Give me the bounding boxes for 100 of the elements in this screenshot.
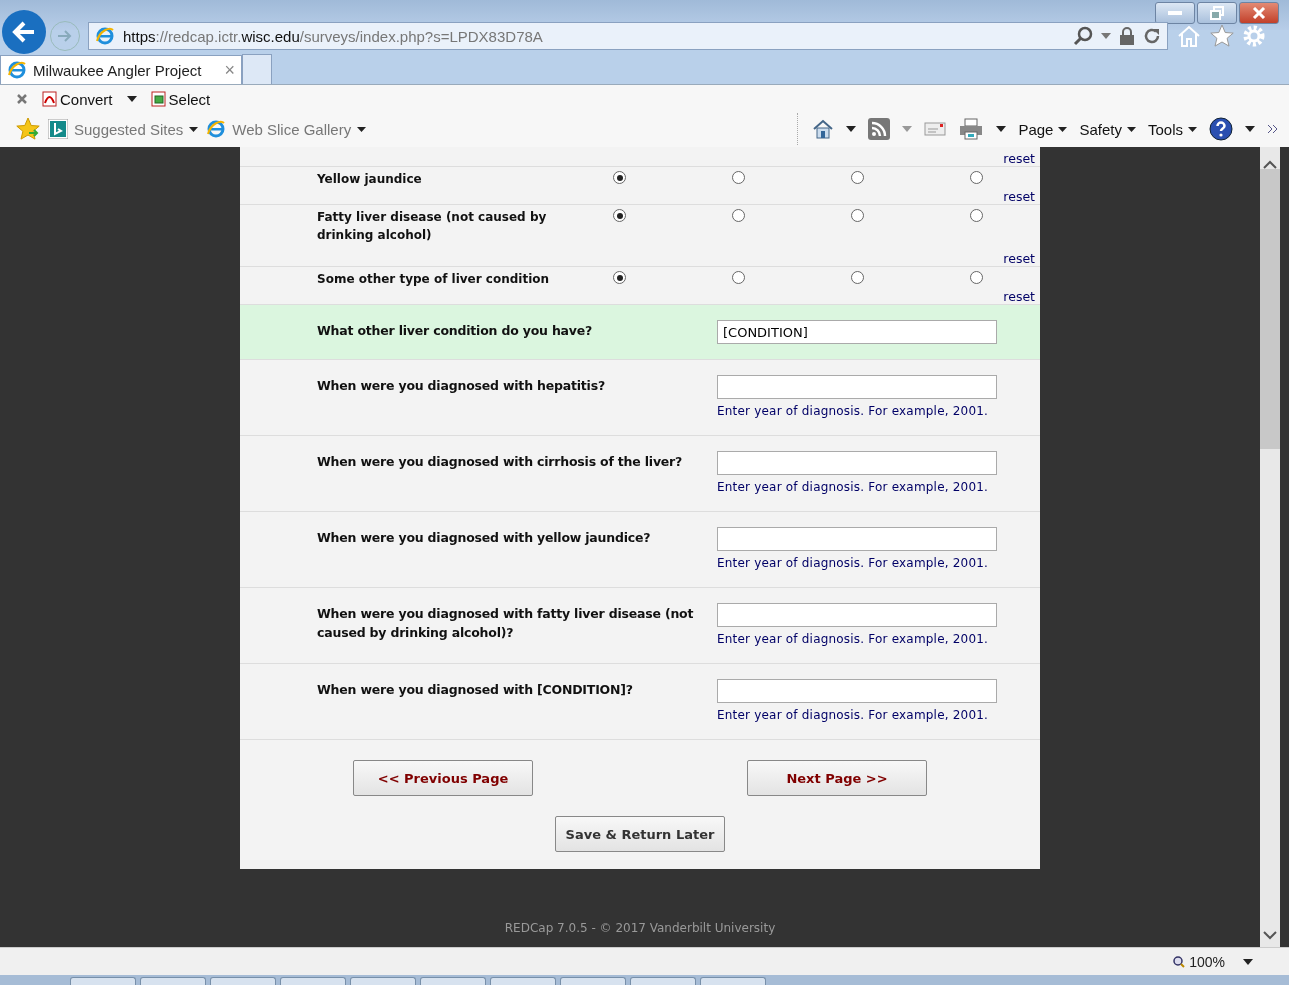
reset-link[interactable]: reset [1003,251,1040,266]
restore-button[interactable] [1197,2,1237,24]
caret-icon[interactable] [846,126,857,132]
forward-arrow-icon [57,29,73,43]
taskbar-button[interactable] [560,977,626,985]
previous-page-button[interactable]: << Previous Page [353,760,533,796]
reset-link[interactable]: reset [1003,189,1040,204]
caret-icon [357,126,367,132]
caret-icon[interactable] [1245,126,1255,132]
question-label: What other liver condition do you have? [317,322,594,340]
field-note: Enter year of diagnosis. For example, 2001. [717,632,990,646]
zoom-level[interactable]: 100% [1173,953,1225,970]
browser-tab[interactable]: Milwaukee Angler Project × [0,55,242,84]
tab-close-button[interactable]: × [224,59,235,81]
question-label: When were you diagnosed with yellow jaundice? [317,529,652,547]
field-note: Enter year of diagnosis. For example, 2001. [717,480,990,494]
star-icon[interactable] [1210,24,1234,48]
text-field[interactable] [717,679,997,703]
radio-button[interactable] [851,171,864,184]
favorites-link[interactable]: Suggested Sites [48,119,199,139]
radio-button[interactable] [732,171,745,184]
question-label: When were you diagnosed with [CONDITION]? [317,681,634,699]
radio-button[interactable] [851,209,864,222]
radio-button[interactable] [970,271,983,284]
scroll-down-icon[interactable] [1262,931,1278,941]
footer-text: REDCap 7.0.5 - © 2017 Vanderbilt University [504,921,776,935]
field-note: Enter year of diagnosis. For example, 2001. [717,556,990,570]
ie-icon [7,60,27,80]
caret-icon[interactable] [126,96,137,102]
favorites-star-icon[interactable] [16,117,40,141]
lock-icon[interactable] [1119,27,1135,45]
question-label: When were you diagnosed with fatty liver disease (not caused by drinking alcohol)? [317,605,695,642]
radio-button[interactable] [613,171,626,184]
taskbar-button[interactable] [420,977,486,985]
close-icon[interactable] [16,93,28,105]
caret-icon[interactable] [1243,958,1253,965]
caret-icon [189,126,199,132]
radio-button[interactable] [970,171,983,184]
taskbar-button[interactable] [210,977,276,985]
taskbar-button[interactable] [490,977,556,985]
zoom-icon [1173,955,1186,968]
question-label: When were you diagnosed with cirrhosis of the liver? [317,453,684,471]
caret-icon [1058,126,1068,132]
rss-feed-icon[interactable] [868,118,891,140]
question-label: When were you diagnosed with hepatitis? [317,377,606,395]
ie-icon [95,26,115,46]
command-menu[interactable]: Tools [1147,120,1197,138]
scroll-up-icon[interactable] [1262,159,1278,169]
back-arrow-icon [12,21,36,43]
select-button[interactable]: Select [150,90,211,108]
restore-icon [1210,6,1224,20]
field-note: Enter year of diagnosis. For example, 2001. [717,708,990,722]
caret-icon[interactable] [996,126,1007,132]
next-page-button[interactable]: Next Page >> [747,760,927,796]
taskbar-button[interactable] [350,977,416,985]
help-icon[interactable] [1209,117,1233,141]
minimize-icon [1168,11,1182,15]
radio-button[interactable] [970,209,983,222]
mail-icon[interactable] [924,121,947,137]
pdf-icon [42,91,58,107]
caret-icon [1126,126,1136,132]
taskbar-button[interactable] [140,977,206,985]
favorites-link[interactable]: Web Slice Gallery [206,119,367,139]
refresh-icon[interactable] [1143,27,1161,45]
printer-icon[interactable] [958,118,985,140]
radio-button[interactable] [732,271,745,284]
taskbar-button[interactable] [70,977,136,985]
chevron-icon[interactable] [1267,124,1279,134]
radio-button[interactable] [613,209,626,222]
command-menu[interactable]: Page [1018,120,1068,138]
taskbar-button[interactable] [280,977,346,985]
home-icon[interactable] [812,118,835,140]
search-icon[interactable] [1073,26,1093,46]
question-label: Fatty liver disease (not caused by drinking alcohol) [317,209,548,244]
radio-button[interactable] [732,209,745,222]
caret-icon [1188,126,1197,132]
close-icon [1252,7,1266,19]
convert-button[interactable]: Convert [42,90,113,108]
bing-icon [48,119,68,139]
back-button[interactable] [2,10,46,54]
scrollbar[interactable] [1260,147,1280,947]
radio-button[interactable] [851,271,864,284]
field-note: Enter year of diagnosis. For example, 2001. [717,404,990,418]
taskbar-button[interactable] [700,977,766,985]
command-menu[interactable]: Safety [1079,120,1136,138]
reset-link[interactable]: reset [1003,151,1040,166]
close-button[interactable] [1239,2,1279,24]
taskbar-button[interactable] [630,977,696,985]
question-label: Some other type of liver condition [317,271,551,288]
text-field[interactable]: [CONDITION] [717,320,997,344]
reset-link[interactable]: reset [1003,289,1040,304]
radio-button[interactable] [613,271,626,284]
address-bar[interactable]: https://redcap.ictr.wisc.edu/surveys/index.php?s=LPDX83D78A [88,22,1168,50]
text-field[interactable] [717,451,997,475]
question-label: Yellow jaundice [317,171,423,188]
text-field[interactable] [717,603,997,627]
text-field[interactable] [717,375,997,399]
save-return-button[interactable]: Save & Return Later [554,816,726,852]
text-field[interactable] [717,527,997,551]
minimize-button[interactable] [1155,2,1195,24]
